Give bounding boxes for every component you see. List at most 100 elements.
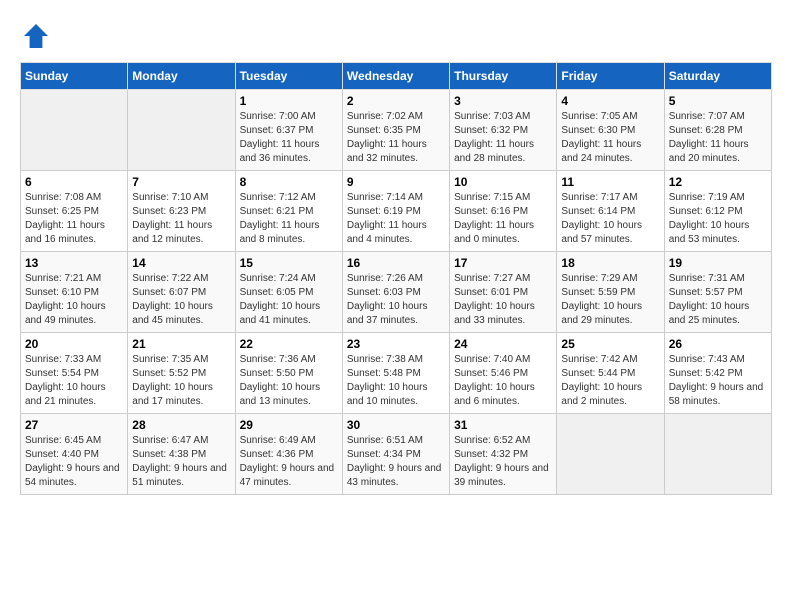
day-info: Sunrise: 7:29 AM Sunset: 5:59 PM Dayligh… <box>561 272 659 328</box>
weekday-header-tuesday: Tuesday <box>235 63 342 90</box>
calendar-cell: 7 Sunrise: 7:10 AM Sunset: 6:23 PM Daylig… <box>128 171 235 252</box>
calendar-cell: 13 Sunrise: 7:21 AM Sunset: 6:10 PM Dayli… <box>21 252 128 333</box>
calendar-cell: 6 Sunrise: 7:08 AM Sunset: 6:25 PM Daylig… <box>21 171 128 252</box>
day-info: Sunrise: 7:14 AM Sunset: 6:19 PM Dayligh… <box>347 191 445 247</box>
day-info: Sunrise: 7:15 AM Sunset: 6:16 PM Dayligh… <box>454 191 552 247</box>
day-number: 14 <box>132 256 230 270</box>
weekday-header-sunday: Sunday <box>21 63 128 90</box>
day-number: 22 <box>240 337 338 351</box>
calendar-cell: 31 Sunrise: 6:52 AM Sunset: 4:32 PM Dayli… <box>450 414 557 495</box>
weekday-header-thursday: Thursday <box>450 63 557 90</box>
day-info: Sunrise: 7:05 AM Sunset: 6:30 PM Dayligh… <box>561 110 659 166</box>
day-info: Sunrise: 7:24 AM Sunset: 6:05 PM Dayligh… <box>240 272 338 328</box>
day-info: Sunrise: 7:26 AM Sunset: 6:03 PM Dayligh… <box>347 272 445 328</box>
day-number: 6 <box>25 175 123 189</box>
calendar-cell: 4 Sunrise: 7:05 AM Sunset: 6:30 PM Daylig… <box>557 90 664 171</box>
day-number: 17 <box>454 256 552 270</box>
page-header <box>20 20 772 52</box>
day-info: Sunrise: 7:33 AM Sunset: 5:54 PM Dayligh… <box>25 353 123 409</box>
day-info: Sunrise: 7:36 AM Sunset: 5:50 PM Dayligh… <box>240 353 338 409</box>
day-number: 26 <box>669 337 767 351</box>
calendar-cell: 2 Sunrise: 7:02 AM Sunset: 6:35 PM Daylig… <box>342 90 449 171</box>
day-number: 16 <box>347 256 445 270</box>
calendar-cell <box>557 414 664 495</box>
day-number: 19 <box>669 256 767 270</box>
day-number: 7 <box>132 175 230 189</box>
day-info: Sunrise: 7:02 AM Sunset: 6:35 PM Dayligh… <box>347 110 445 166</box>
day-number: 31 <box>454 418 552 432</box>
calendar-cell: 11 Sunrise: 7:17 AM Sunset: 6:14 PM Dayli… <box>557 171 664 252</box>
calendar-cell: 16 Sunrise: 7:26 AM Sunset: 6:03 PM Dayli… <box>342 252 449 333</box>
day-number: 15 <box>240 256 338 270</box>
calendar-cell: 9 Sunrise: 7:14 AM Sunset: 6:19 PM Daylig… <box>342 171 449 252</box>
day-info: Sunrise: 7:17 AM Sunset: 6:14 PM Dayligh… <box>561 191 659 247</box>
weekday-header-wednesday: Wednesday <box>342 63 449 90</box>
day-info: Sunrise: 6:47 AM Sunset: 4:38 PM Dayligh… <box>132 434 230 490</box>
day-info: Sunrise: 7:31 AM Sunset: 5:57 PM Dayligh… <box>669 272 767 328</box>
day-info: Sunrise: 7:00 AM Sunset: 6:37 PM Dayligh… <box>240 110 338 166</box>
day-info: Sunrise: 7:21 AM Sunset: 6:10 PM Dayligh… <box>25 272 123 328</box>
calendar-cell: 22 Sunrise: 7:36 AM Sunset: 5:50 PM Dayli… <box>235 333 342 414</box>
calendar-cell: 5Sunrise: 7:07 AM Sunset: 6:28 PM Daylig… <box>664 90 771 171</box>
day-info: Sunrise: 7:40 AM Sunset: 5:46 PM Dayligh… <box>454 353 552 409</box>
calendar-cell: 24 Sunrise: 7:40 AM Sunset: 5:46 PM Dayli… <box>450 333 557 414</box>
calendar-cell: 12Sunrise: 7:19 AM Sunset: 6:12 PM Dayli… <box>664 171 771 252</box>
calendar-cell: 28 Sunrise: 6:47 AM Sunset: 4:38 PM Dayli… <box>128 414 235 495</box>
day-number: 5 <box>669 94 767 108</box>
day-info: Sunrise: 7:22 AM Sunset: 6:07 PM Dayligh… <box>132 272 230 328</box>
calendar-cell: 17 Sunrise: 7:27 AM Sunset: 6:01 PM Dayli… <box>450 252 557 333</box>
day-number: 24 <box>454 337 552 351</box>
day-number: 4 <box>561 94 659 108</box>
day-number: 25 <box>561 337 659 351</box>
calendar-cell: 10Sunrise: 7:15 AM Sunset: 6:16 PM Dayli… <box>450 171 557 252</box>
week-row-2: 6 Sunrise: 7:08 AM Sunset: 6:25 PM Daylig… <box>21 171 772 252</box>
week-row-4: 20Sunrise: 7:33 AM Sunset: 5:54 PM Dayli… <box>21 333 772 414</box>
calendar-cell: 19 Sunrise: 7:31 AM Sunset: 5:57 PM Dayli… <box>664 252 771 333</box>
day-number: 11 <box>561 175 659 189</box>
day-info: Sunrise: 7:42 AM Sunset: 5:44 PM Dayligh… <box>561 353 659 409</box>
day-number: 28 <box>132 418 230 432</box>
day-info: Sunrise: 7:27 AM Sunset: 6:01 PM Dayligh… <box>454 272 552 328</box>
calendar-cell: 30 Sunrise: 6:51 AM Sunset: 4:34 PM Dayli… <box>342 414 449 495</box>
calendar-cell: 29Sunrise: 6:49 AM Sunset: 4:36 PM Dayli… <box>235 414 342 495</box>
calendar-cell: 21Sunrise: 7:35 AM Sunset: 5:52 PM Dayli… <box>128 333 235 414</box>
calendar-cell: 8Sunrise: 7:12 AM Sunset: 6:21 PM Daylig… <box>235 171 342 252</box>
week-row-5: 27Sunrise: 6:45 AM Sunset: 4:40 PM Dayli… <box>21 414 772 495</box>
calendar-cell: 18 Sunrise: 7:29 AM Sunset: 5:59 PM Dayli… <box>557 252 664 333</box>
day-number: 23 <box>347 337 445 351</box>
weekday-header-saturday: Saturday <box>664 63 771 90</box>
calendar-cell <box>21 90 128 171</box>
weekday-header-friday: Friday <box>557 63 664 90</box>
day-number: 13 <box>25 256 123 270</box>
day-info: Sunrise: 7:35 AM Sunset: 5:52 PM Dayligh… <box>132 353 230 409</box>
calendar-cell: 20Sunrise: 7:33 AM Sunset: 5:54 PM Dayli… <box>21 333 128 414</box>
calendar-cell <box>664 414 771 495</box>
calendar-cell: 15 Sunrise: 7:24 AM Sunset: 6:05 PM Dayli… <box>235 252 342 333</box>
day-number: 2 <box>347 94 445 108</box>
day-number: 1 <box>240 94 338 108</box>
day-info: Sunrise: 7:43 AM Sunset: 5:42 PM Dayligh… <box>669 353 767 409</box>
day-number: 27 <box>25 418 123 432</box>
weekday-header-monday: Monday <box>128 63 235 90</box>
calendar-cell: 1 Sunrise: 7:00 AM Sunset: 6:37 PM Daylig… <box>235 90 342 171</box>
logo-icon <box>20 20 52 52</box>
calendar-cell <box>128 90 235 171</box>
day-info: Sunrise: 6:51 AM Sunset: 4:34 PM Dayligh… <box>347 434 445 490</box>
calendar-cell: 27Sunrise: 6:45 AM Sunset: 4:40 PM Dayli… <box>21 414 128 495</box>
day-info: Sunrise: 6:52 AM Sunset: 4:32 PM Dayligh… <box>454 434 552 490</box>
day-number: 18 <box>561 256 659 270</box>
day-info: Sunrise: 6:49 AM Sunset: 4:36 PM Dayligh… <box>240 434 338 490</box>
week-row-3: 13 Sunrise: 7:21 AM Sunset: 6:10 PM Dayli… <box>21 252 772 333</box>
day-number: 9 <box>347 175 445 189</box>
calendar-cell: 14 Sunrise: 7:22 AM Sunset: 6:07 PM Dayli… <box>128 252 235 333</box>
weekday-header-row: SundayMondayTuesdayWednesdayThursdayFrid… <box>21 63 772 90</box>
calendar-cell: 3Sunrise: 7:03 AM Sunset: 6:32 PM Daylig… <box>450 90 557 171</box>
day-number: 30 <box>347 418 445 432</box>
calendar-cell: 26 Sunrise: 7:43 AM Sunset: 5:42 PM Dayli… <box>664 333 771 414</box>
day-number: 8 <box>240 175 338 189</box>
day-number: 3 <box>454 94 552 108</box>
day-info: Sunrise: 7:38 AM Sunset: 5:48 PM Dayligh… <box>347 353 445 409</box>
day-info: Sunrise: 7:10 AM Sunset: 6:23 PM Dayligh… <box>132 191 230 247</box>
calendar-cell: 25 Sunrise: 7:42 AM Sunset: 5:44 PM Dayli… <box>557 333 664 414</box>
day-info: Sunrise: 7:08 AM Sunset: 6:25 PM Dayligh… <box>25 191 123 247</box>
